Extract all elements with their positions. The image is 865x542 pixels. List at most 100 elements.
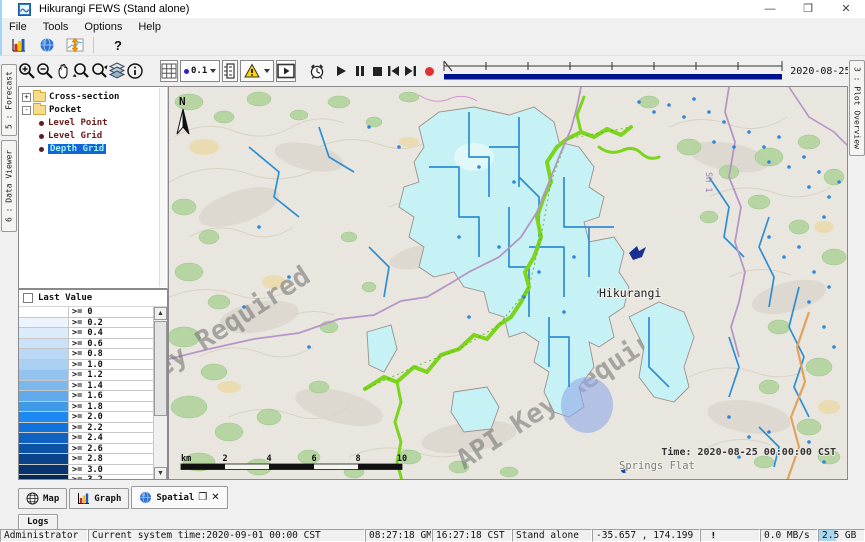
layers-tree-panel: + Cross-section - Pocket Level Point Lev…: [18, 86, 168, 289]
collapse-icon[interactable]: -: [22, 106, 31, 115]
legend-swatch: [19, 475, 69, 480]
svg-text:2: 2: [222, 454, 227, 464]
status-mode: Stand alone: [512, 529, 592, 542]
status-system-time: Current system time:2020-09-01 00:00 CST: [88, 529, 365, 542]
threshold-value: 0.1: [191, 66, 207, 76]
legend-swatch: [19, 349, 69, 359]
legend-swatch: [19, 465, 69, 475]
map-canvas: API Key Required: [169, 87, 848, 480]
maximize-button[interactable]: ❐: [789, 0, 827, 18]
tree-item-label: Level Grid: [48, 131, 102, 141]
legend-swatch: [19, 370, 69, 380]
menu-item-help[interactable]: Help: [131, 20, 168, 34]
timeline-extent-bar: [444, 74, 782, 80]
status-warning-cell[interactable]: [700, 529, 760, 542]
scroll-down-icon[interactable]: ▼: [154, 467, 167, 480]
status-coordinates: -35.657 , 174.199: [592, 529, 700, 542]
last-value-checkbox[interactable]: [23, 293, 33, 303]
legend-row: >= 2.6: [19, 444, 153, 455]
classify-threshold-dropdown[interactable]: 0.1: [180, 60, 220, 82]
status-memory[interactable]: 2.5 GB: [818, 529, 865, 542]
tree-item-pocket[interactable]: - Pocket: [19, 104, 167, 116]
folder-icon: [33, 105, 46, 115]
warning-threshold-dropdown[interactable]: [240, 60, 274, 82]
layers-icon[interactable]: [108, 60, 126, 82]
status-gmt-time: 08:27:18 GMT: [365, 529, 432, 542]
zoom-previous-icon[interactable]: [72, 60, 90, 82]
status-local-time: 16:27:18 CST: [432, 529, 512, 542]
status-user: Administrator: [0, 529, 88, 542]
play-icon[interactable]: [334, 60, 348, 82]
tree-item-depth-grid[interactable]: Depth Grid: [37, 143, 167, 155]
legend-swatch: [19, 433, 69, 443]
tab-spatial[interactable]: Spatial ❐ ✕: [131, 486, 227, 509]
stop-icon[interactable]: [372, 60, 383, 82]
svg-text:6: 6: [311, 454, 316, 464]
legend-swatch: [19, 402, 69, 412]
pan-hand-icon[interactable]: [54, 60, 72, 82]
menu-item-options[interactable]: Options: [77, 20, 129, 34]
tree-item-level-grid[interactable]: Level Grid: [37, 130, 167, 142]
help-button[interactable]: ?: [107, 34, 129, 56]
zoom-out-icon[interactable]: [36, 60, 54, 82]
tree-item-label: Level Point: [48, 118, 108, 128]
class-dot-icon: [184, 69, 189, 74]
tab-label: Map: [43, 494, 59, 504]
legend-scrollbar[interactable]: ▲ ▼: [153, 307, 167, 480]
scalar-editor-icon[interactable]: [64, 34, 86, 56]
legend-row: >= 0.8: [19, 349, 153, 360]
scroll-up-icon[interactable]: ▲: [154, 307, 167, 320]
minimize-button[interactable]: —: [751, 0, 789, 18]
menu-item-file[interactable]: File: [2, 20, 34, 34]
main-toolbar: ?: [0, 35, 865, 56]
zoom-next-icon[interactable]: [90, 60, 108, 82]
skip-to-start-icon[interactable]: [387, 60, 400, 82]
legend-row: >= 1.8: [19, 402, 153, 413]
legend-panel: Last Value >= 0 >= 0.2 >= 0.4 >= 0.6 >= …: [18, 289, 168, 480]
pause-icon[interactable]: [354, 60, 366, 82]
tree-item-cross-section[interactable]: + Cross-section: [19, 91, 167, 103]
tab-map[interactable]: Map: [18, 488, 67, 509]
zoom-in-icon[interactable]: [18, 60, 36, 82]
svg-text:4: 4: [266, 454, 271, 464]
legend-row: >= 0.6: [19, 339, 153, 350]
tab-plot-overview[interactable]: 3 : Plot Overview: [849, 60, 865, 156]
tree-item-label: Pocket: [49, 105, 82, 115]
globe-icon[interactable]: [36, 34, 58, 56]
record-icon[interactable]: [425, 60, 434, 82]
close-tab-icon[interactable]: ✕: [211, 492, 219, 503]
tree-scrollbar[interactable]: [159, 88, 166, 287]
tree-item-level-point[interactable]: Level Point: [37, 117, 167, 129]
grid-display-button[interactable]: [160, 60, 178, 82]
scroll-thumb[interactable]: [154, 321, 167, 416]
map-viewport[interactable]: API Key Required: [168, 86, 848, 480]
legend-row: >= 1.6: [19, 391, 153, 402]
tab-data-viewer[interactable]: 6 : Data Viewer: [1, 140, 17, 232]
animation-panel-button[interactable]: [276, 60, 296, 82]
tree-item-label-selected: Depth Grid: [48, 144, 106, 154]
timeline-slider[interactable]: [442, 59, 784, 83]
legend-row: >= 2.2: [19, 423, 153, 434]
database-chart-icon[interactable]: [8, 34, 30, 56]
info-icon[interactable]: [126, 60, 144, 82]
legend-row: >= 1.4: [19, 381, 153, 392]
maximize-tab-icon[interactable]: ❐: [198, 492, 207, 503]
skip-to-end-icon[interactable]: [404, 60, 417, 82]
menu-item-tools[interactable]: Tools: [36, 20, 76, 34]
expand-icon[interactable]: +: [22, 93, 31, 102]
gauge-label-button[interactable]: [222, 60, 238, 82]
legend-row: >= 1.2: [19, 370, 153, 381]
highway-label: SH 1: [703, 172, 713, 192]
view-tab-bar: Map Graph Spatial ❐ ✕: [18, 484, 848, 509]
tab-graph[interactable]: Graph: [69, 488, 129, 509]
legend-swatch: [19, 307, 69, 317]
place-label: Springs Flat: [619, 460, 695, 472]
tab-forecast[interactable]: 5 : Forecast: [1, 64, 17, 136]
legend-swatch: [19, 454, 69, 464]
logs-button[interactable]: Logs: [18, 514, 58, 530]
legend-row: >= 1.0: [19, 360, 153, 371]
legend-swatch: [19, 423, 69, 433]
svg-text:10: 10: [397, 454, 407, 464]
timer-clock-icon[interactable]: [308, 60, 326, 82]
close-button[interactable]: ✕: [827, 0, 865, 18]
